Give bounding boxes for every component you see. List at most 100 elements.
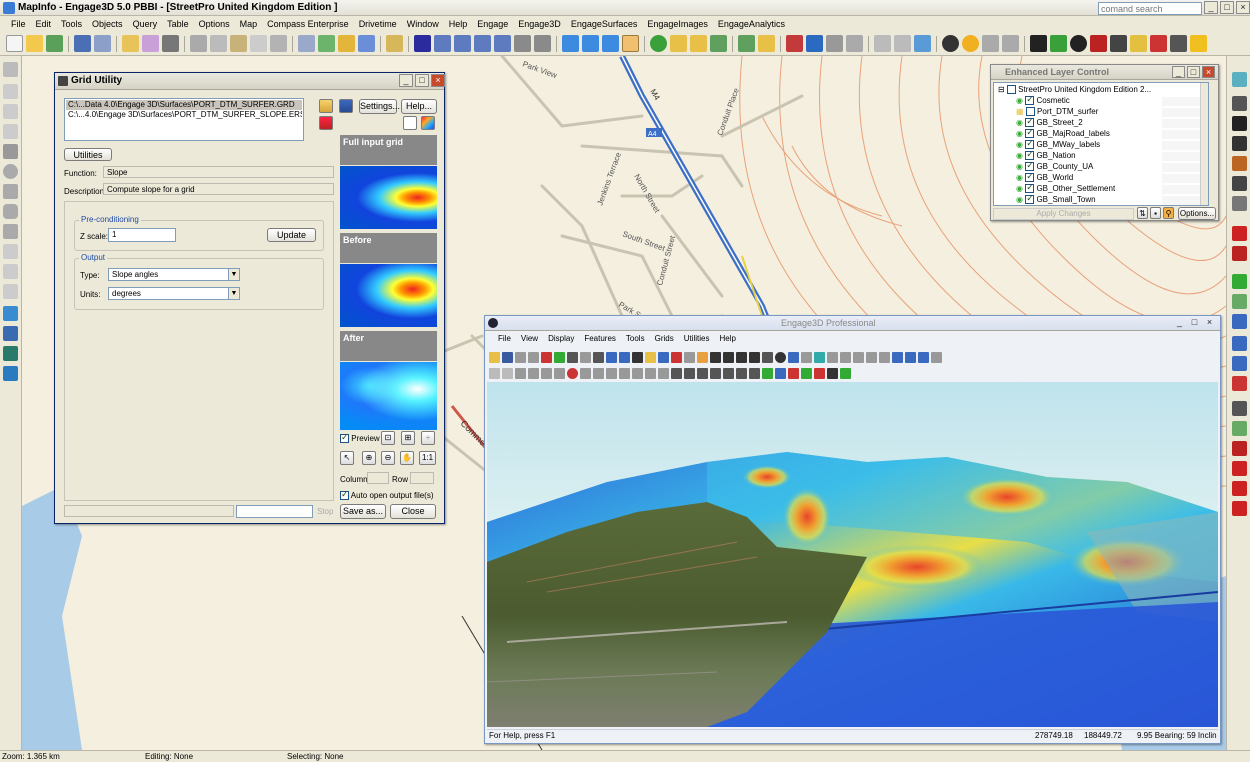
- clip-region-icon[interactable]: [846, 35, 863, 52]
- layer-row[interactable]: ▦ Port_DTM_surfer: [1016, 106, 1098, 117]
- engage-tool-9-icon[interactable]: [1232, 246, 1247, 261]
- save-as-button[interactable]: Save as...: [340, 504, 386, 519]
- menu-query[interactable]: Query: [128, 16, 163, 32]
- e3d-tool-icon[interactable]: [801, 351, 812, 363]
- e3d-tool-icon[interactable]: [593, 367, 604, 379]
- e3d-tool-icon[interactable]: [892, 351, 903, 363]
- line-style-icon[interactable]: [3, 326, 18, 341]
- e3d-open-icon[interactable]: [489, 351, 500, 363]
- engage-tool-20-icon[interactable]: [1232, 481, 1247, 496]
- lightning-icon[interactable]: [1130, 35, 1147, 52]
- e3d-tool-icon[interactable]: [775, 367, 786, 379]
- terrain-3d-render[interactable]: [487, 382, 1218, 727]
- e3d-tool-icon[interactable]: [606, 351, 617, 363]
- rectangle-tool-icon[interactable]: [3, 184, 18, 199]
- statistics-icon[interactable]: [806, 35, 823, 52]
- preview-checkbox-box[interactable]: [340, 432, 349, 444]
- boundary-select-icon[interactable]: [494, 35, 511, 52]
- menu-engagesurfaces[interactable]: EngageSurfaces: [566, 16, 643, 32]
- mapbasic-icon[interactable]: [894, 35, 911, 52]
- e3d-tool-icon[interactable]: [541, 351, 552, 363]
- undo-icon[interactable]: [270, 35, 287, 52]
- engage3d-maximize-button[interactable]: □: [1188, 317, 1201, 329]
- close-button[interactable]: ×: [1236, 1, 1250, 14]
- help-button[interactable]: Help...: [401, 99, 437, 114]
- layer-row[interactable]: ◉ GB_MWay_labels: [1016, 138, 1100, 150]
- engage-tool-8-icon[interactable]: [1232, 226, 1247, 241]
- e3d-tool-icon[interactable]: [515, 367, 526, 379]
- zoom-out-icon[interactable]: [582, 35, 599, 52]
- show-window-icon[interactable]: [874, 35, 891, 52]
- unselect-icon[interactable]: [514, 35, 531, 52]
- e3d-tool-icon[interactable]: [905, 351, 916, 363]
- layer-root-checkbox[interactable]: [1006, 85, 1016, 95]
- layer-row[interactable]: ◉ GB_Street_2: [1016, 116, 1083, 128]
- e3d-tool-icon[interactable]: [775, 351, 786, 363]
- menu-file[interactable]: File: [6, 16, 31, 32]
- layer-row[interactable]: ◉ Cosmetic: [1016, 94, 1070, 106]
- engage-tool-18-icon[interactable]: [1232, 441, 1247, 456]
- e3d-tool-icon[interactable]: [736, 351, 747, 363]
- e3d-tool-icon[interactable]: [918, 351, 929, 363]
- e3d-crosshair-icon[interactable]: [567, 367, 578, 379]
- text-tool-icon[interactable]: [3, 224, 18, 239]
- e3d-tool-icon[interactable]: [788, 351, 799, 363]
- reshape-tool-icon[interactable]: [3, 264, 18, 279]
- menu-tools[interactable]: Tools: [56, 16, 87, 32]
- new-icon[interactable]: [6, 35, 23, 52]
- menu-engageanalytics[interactable]: EngageAnalytics: [713, 16, 790, 32]
- auto-open-checkbox-box[interactable]: [340, 489, 349, 501]
- e3d-tool-icon[interactable]: [632, 351, 643, 363]
- layer-checkbox[interactable]: [1025, 94, 1035, 106]
- ruler-icon[interactable]: [758, 35, 775, 52]
- e3d-tool-icon[interactable]: [801, 367, 812, 379]
- grid-utility-titlebar[interactable]: Grid Utility _ □ ×: [55, 73, 445, 90]
- chart-icon[interactable]: [319, 116, 333, 130]
- e3d-tool-icon[interactable]: [827, 351, 838, 363]
- engage-tool-12-icon[interactable]: [1232, 314, 1247, 329]
- window-tile-icon[interactable]: [982, 35, 999, 52]
- scale-bar-icon[interactable]: [826, 35, 843, 52]
- e3d-tool-icon[interactable]: [710, 367, 721, 379]
- arc-tool-icon[interactable]: [3, 124, 18, 139]
- label-icon[interactable]: [690, 35, 707, 52]
- grabber-hand-icon[interactable]: [622, 35, 639, 52]
- engage3d-close-button[interactable]: ×: [1203, 317, 1216, 329]
- e3d-tool-icon[interactable]: [840, 351, 851, 363]
- e3d-tool-icon[interactable]: [840, 367, 851, 379]
- e3d-tool-icon[interactable]: [866, 351, 877, 363]
- engage-tool-7-icon[interactable]: [1232, 196, 1247, 211]
- layer-checkbox[interactable]: [1025, 193, 1035, 205]
- e3d-tool-icon[interactable]: [749, 351, 760, 363]
- select-arrow-icon[interactable]: [414, 35, 431, 52]
- search-icon[interactable]: ⚲: [1163, 207, 1174, 219]
- engage-tool-icon[interactable]: [914, 35, 931, 52]
- engage3d-titlebar[interactable]: Engage3D Professional _ □ ×: [485, 316, 1220, 331]
- e3d-tool-icon[interactable]: [697, 351, 708, 363]
- engage-tool-21-icon[interactable]: [1232, 501, 1247, 516]
- layer-checkbox[interactable]: [1025, 182, 1035, 194]
- paste-icon[interactable]: [230, 35, 247, 52]
- e3d-tool-icon[interactable]: [762, 351, 773, 363]
- layer-list[interactable]: ⊟ StreetPro United Kingdom Edition 2... …: [993, 82, 1209, 206]
- menu-engage3d[interactable]: Engage3D: [513, 16, 566, 32]
- file-list-item-selected[interactable]: C:\...Data 4.0\Engage 3D\Surfaces\PORT_D…: [66, 100, 302, 110]
- engage-tool-3-icon[interactable]: [1232, 116, 1247, 131]
- coordinates-icon[interactable]: [1170, 35, 1187, 52]
- layer-row[interactable]: ◉ GB_Other_Settlement: [1016, 182, 1115, 194]
- menu-help[interactable]: Help: [444, 16, 473, 32]
- e3d-tool-icon[interactable]: [827, 367, 838, 379]
- e3d-tool-icon[interactable]: [645, 367, 656, 379]
- auto-open-checkbox[interactable]: Auto open output file(s): [340, 489, 434, 501]
- e3d-tool-icon[interactable]: [554, 367, 565, 379]
- new-grapher-icon[interactable]: [338, 35, 355, 52]
- e3d-tool-icon[interactable]: [580, 367, 591, 379]
- e3d-tool-icon[interactable]: [671, 351, 682, 363]
- e3d-tool-icon[interactable]: [671, 367, 682, 379]
- e3d-tool-icon[interactable]: [554, 351, 565, 363]
- open-folder-icon[interactable]: [319, 99, 333, 113]
- region-style-icon[interactable]: [3, 346, 18, 361]
- layer-row[interactable]: ◉ GB_World: [1016, 171, 1073, 183]
- menu-compass-enterprise[interactable]: Compass Enterprise: [262, 16, 354, 32]
- layer-checkbox[interactable]: [1025, 127, 1035, 139]
